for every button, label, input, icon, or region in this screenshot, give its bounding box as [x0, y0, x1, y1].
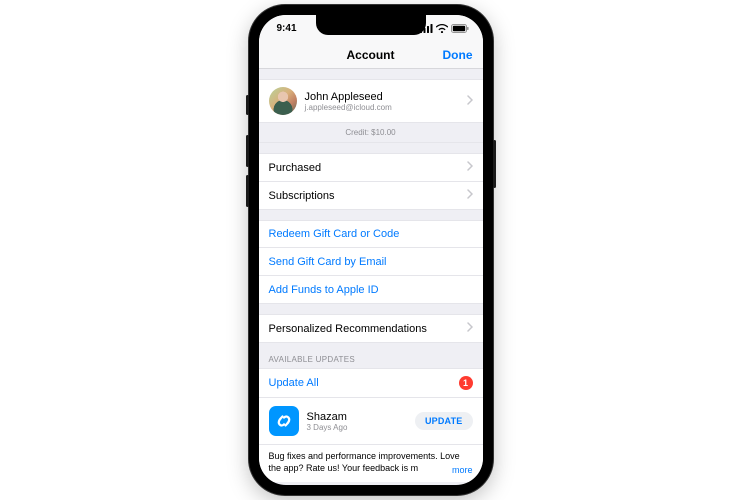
update-all-label: Update All — [269, 377, 319, 389]
add-funds-row[interactable]: Add Funds to Apple ID — [259, 276, 483, 304]
subscriptions-row[interactable]: Subscriptions — [259, 182, 483, 210]
battery-icon — [451, 24, 469, 33]
release-notes: Bug fixes and performance improvements. … — [259, 445, 483, 482]
app-name: Shazam — [307, 411, 348, 423]
chevron-right-icon — [467, 161, 473, 174]
app-time: 3 Days Ago — [307, 423, 348, 432]
personalized-label: Personalized Recommendations — [269, 323, 427, 335]
credit-label: Credit: $10.00 — [259, 123, 483, 143]
send-gift-label: Send Gift Card by Email — [269, 256, 387, 268]
done-button[interactable]: Done — [443, 48, 473, 62]
update-app-row[interactable]: Shazam 3 Days Ago UPDATE — [259, 398, 483, 445]
profile-row[interactable]: John Appleseed j.appleseed@icloud.com — [259, 79, 483, 123]
redeem-row[interactable]: Redeem Gift Card or Code — [259, 220, 483, 248]
profile-email: j.appleseed@icloud.com — [305, 103, 392, 112]
updates-badge: 1 — [459, 376, 473, 390]
subscriptions-label: Subscriptions — [269, 190, 335, 202]
page-title: Account — [347, 48, 395, 62]
chevron-right-icon — [467, 322, 473, 335]
shazam-icon — [269, 406, 299, 436]
chevron-right-icon — [467, 95, 473, 108]
update-button[interactable]: UPDATE — [415, 412, 473, 430]
wifi-icon — [436, 24, 448, 33]
nav-bar: Account Done — [259, 41, 483, 69]
status-time: 9:41 — [277, 23, 297, 34]
update-all-row[interactable]: Update All 1 — [259, 368, 483, 398]
updates-header: AVAILABLE UPDATES — [259, 343, 483, 368]
profile-name: John Appleseed — [305, 91, 392, 103]
chevron-right-icon — [467, 189, 473, 202]
redeem-label: Redeem Gift Card or Code — [269, 228, 400, 240]
add-funds-label: Add Funds to Apple ID — [269, 284, 379, 296]
more-link[interactable]: more — [444, 465, 473, 477]
send-gift-row[interactable]: Send Gift Card by Email — [259, 248, 483, 276]
purchased-label: Purchased — [269, 162, 322, 174]
purchased-row[interactable]: Purchased — [259, 153, 483, 182]
release-notes-text: Bug fixes and performance improvements. … — [269, 451, 460, 473]
personalized-row[interactable]: Personalized Recommendations — [259, 314, 483, 343]
avatar — [269, 87, 297, 115]
